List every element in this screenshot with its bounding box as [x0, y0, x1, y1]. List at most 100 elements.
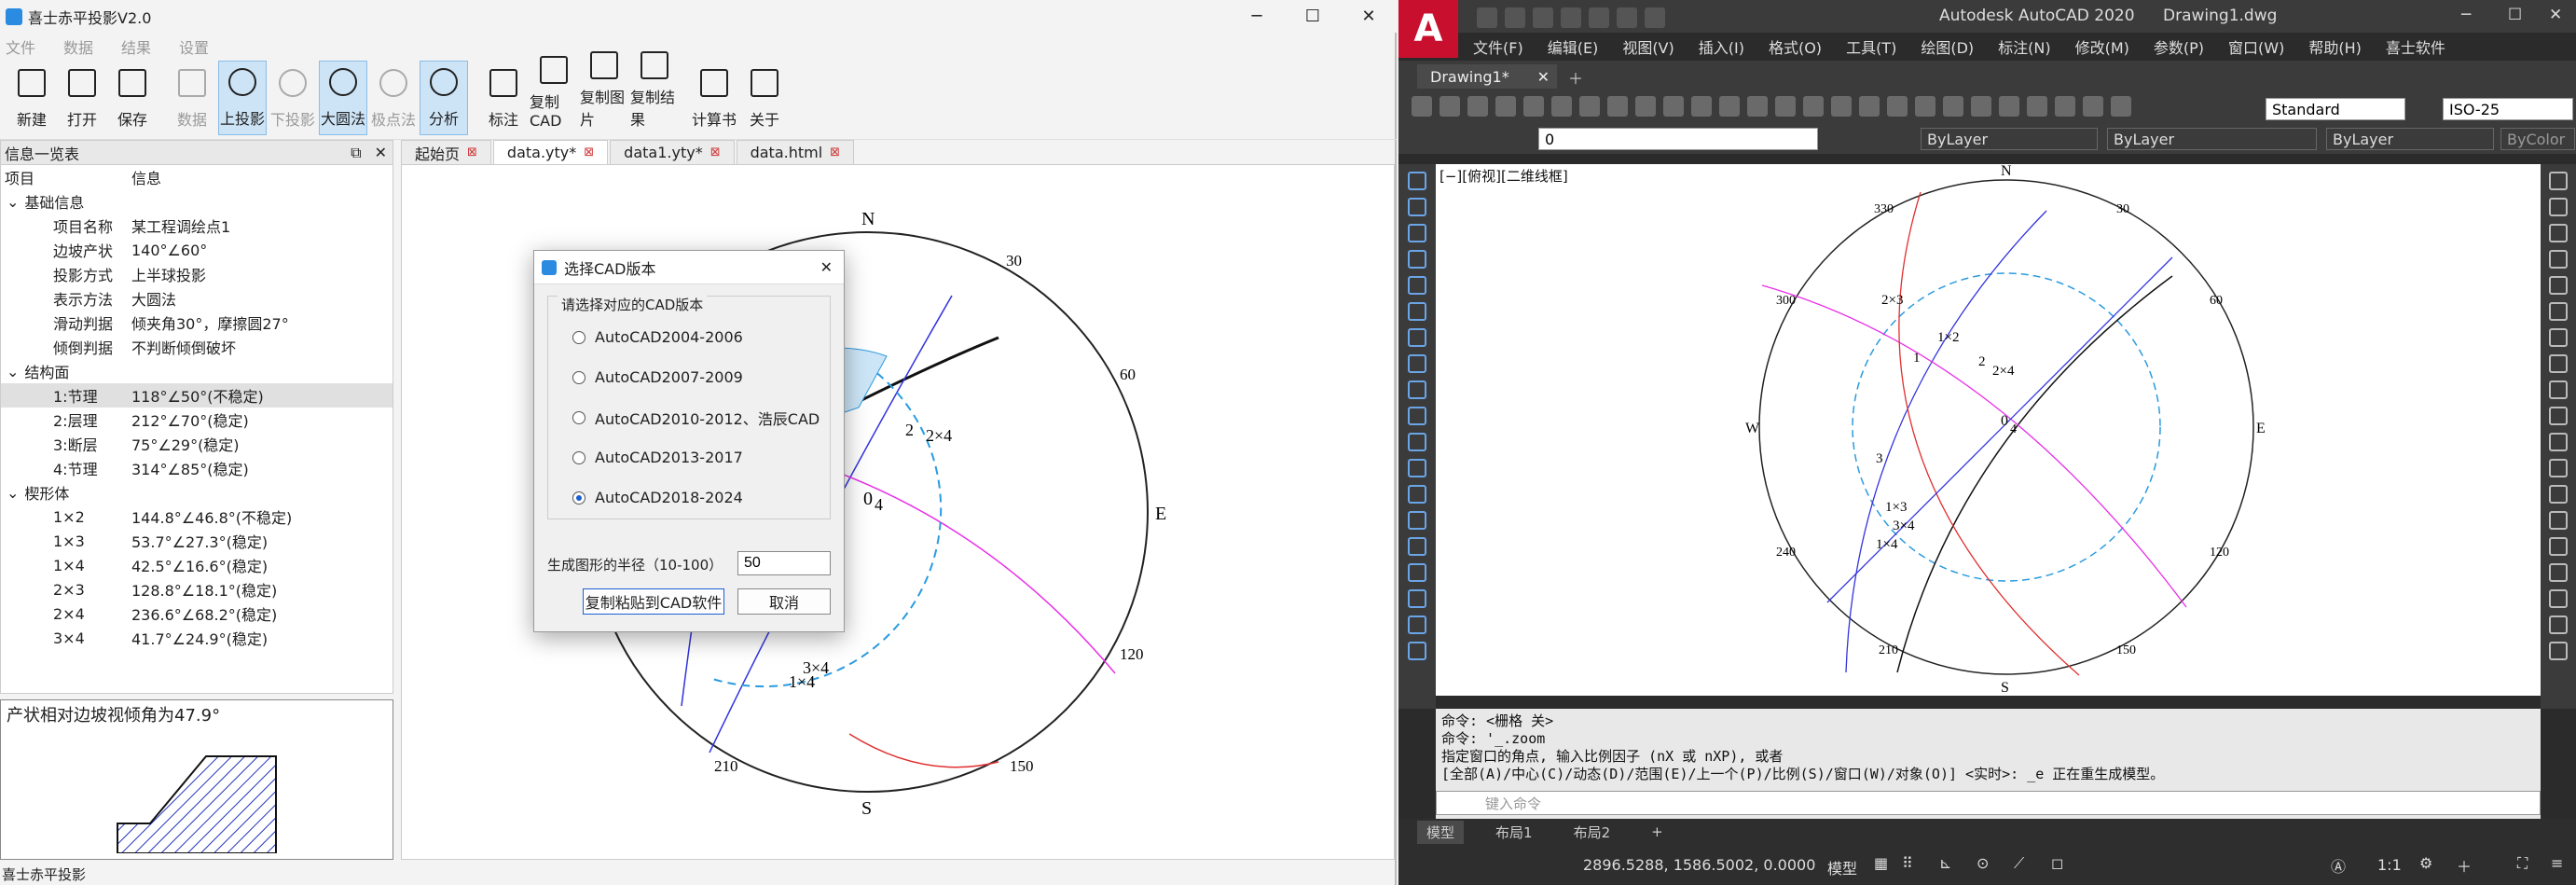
modify-tool-icon[interactable]	[2549, 380, 2568, 399]
modify-tool-icon[interactable]	[2549, 354, 2568, 373]
toolbar-button-8[interactable]: 分析	[420, 61, 468, 135]
ortho-icon[interactable]: ⊾	[1939, 854, 1951, 872]
std-tool-icon[interactable]	[1663, 96, 1684, 117]
draw-tool-icon[interactable]	[1408, 302, 1426, 321]
menu-file[interactable]: 文件	[6, 35, 35, 58]
autocad-logo-icon[interactable]: A	[1398, 0, 1458, 58]
std-tool-icon[interactable]	[1579, 96, 1600, 117]
cad-version-option[interactable]: AutoCAD2007-2009	[548, 357, 828, 397]
chevron-down-icon[interactable]: ⌄	[7, 484, 19, 502]
std-tool-icon[interactable]	[1915, 96, 1935, 117]
customize-icon[interactable]: ≡	[2551, 854, 2563, 872]
modify-tool-icon[interactable]	[2549, 511, 2568, 530]
draw-tool-icon[interactable]	[1408, 537, 1426, 556]
std-tool-icon[interactable]	[1747, 96, 1768, 117]
toolbar-button-12[interactable]: 复制结果	[630, 51, 679, 135]
draw-tool-icon[interactable]	[1408, 642, 1426, 660]
std-tool-icon[interactable]	[1495, 96, 1516, 117]
scale-label[interactable]: 1:1	[2377, 856, 2402, 874]
modify-tool-icon[interactable]	[2549, 485, 2568, 504]
modify-tool-icon[interactable]	[2549, 563, 2568, 582]
toolbar-button-3[interactable]: 数据	[168, 61, 216, 135]
toolbar-button-13[interactable]: 计算书	[690, 61, 738, 135]
text-style-dropdown[interactable]: Standard	[2266, 98, 2405, 120]
doc-tab-close-icon[interactable]: ✕	[1537, 68, 1550, 86]
cad-version-option[interactable]: AutoCAD2004-2006	[548, 317, 828, 357]
copy-paste-cad-button[interactable]: 复制粘贴到CAD软件	[583, 588, 724, 615]
draw-tool-icon[interactable]	[1408, 615, 1426, 634]
close-panel-icon[interactable]: ✕	[375, 144, 387, 161]
qa-open-icon[interactable]	[1505, 7, 1525, 28]
std-tool-icon[interactable]	[1412, 96, 1432, 117]
doc-tab-2[interactable]: data1.yty* ⊠	[610, 140, 735, 164]
doc-tab[interactable]: Drawing1* ✕	[1417, 64, 1557, 89]
acad-menu-item[interactable]: 绘图(D)	[1921, 35, 1974, 58]
tab-close-icon[interactable]: ⊠	[710, 145, 721, 159]
lineweight-dropdown[interactable]: ByLayer	[2326, 128, 2494, 150]
fullscreen-icon[interactable]: ⛶	[2517, 854, 2528, 873]
draw-tool-icon[interactable]	[1408, 354, 1426, 373]
minimize-icon[interactable]: ─	[1229, 7, 1285, 26]
tab-close-icon[interactable]: ⊠	[584, 145, 594, 159]
toolbar-button-9[interactable]: 标注	[479, 61, 528, 135]
modify-tool-icon[interactable]	[2549, 198, 2568, 216]
acad-menu-item[interactable]: 帮助(H)	[2308, 35, 2362, 58]
acad-menu-item[interactable]: 视图(V)	[1622, 35, 1674, 58]
modify-tool-icon[interactable]	[2549, 537, 2568, 556]
tree-group[interactable]: ⌄ 结构面	[1, 359, 393, 383]
close-icon[interactable]: ✕	[1341, 7, 1397, 26]
model-space-button[interactable]: 模型	[1827, 856, 1857, 878]
std-tool-icon[interactable]	[1691, 96, 1712, 117]
tab-close-icon[interactable]: ⊠	[830, 145, 840, 159]
tree-group[interactable]: ⌄ 楔形体	[1, 480, 393, 505]
doc-tab-3[interactable]: data.html ⊠	[736, 140, 855, 164]
qa-save-icon[interactable]	[1533, 7, 1553, 28]
dialog-close-icon[interactable]: ✕	[820, 258, 833, 276]
draw-tool-icon[interactable]	[1408, 459, 1426, 477]
modify-tool-icon[interactable]	[2549, 224, 2568, 242]
float-panel-icon[interactable]: ⧉	[351, 144, 361, 162]
modify-tool-icon[interactable]	[2549, 276, 2568, 295]
std-tool-icon[interactable]	[1635, 96, 1656, 117]
modify-tool-icon[interactable]	[2549, 615, 2568, 634]
tree-row[interactable]: 1×2 144.8°∠46.8°(不稳定)	[1, 505, 393, 529]
std-tool-icon[interactable]	[1803, 96, 1824, 117]
qa-undo-icon[interactable]	[1617, 7, 1637, 28]
acad-menu-item[interactable]: 窗口(W)	[2228, 35, 2284, 58]
radio-button[interactable]	[572, 330, 585, 344]
tree-row[interactable]: 2:层理 212°∠70°(稳定)	[1, 408, 393, 432]
osnap-icon[interactable]: ◻	[2051, 854, 2063, 872]
std-tool-icon[interactable]	[1719, 96, 1740, 117]
draw-tool-icon[interactable]	[1408, 328, 1426, 347]
radius-input[interactable]	[737, 551, 831, 575]
chevron-down-icon[interactable]: ⌄	[7, 363, 19, 380]
std-tool-icon[interactable]	[2111, 96, 2131, 117]
draw-tool-icon[interactable]	[1408, 224, 1426, 242]
acad-menu-item[interactable]: 修改(M)	[2075, 35, 2129, 58]
tree-row[interactable]: 表示方法 大圆法	[1, 286, 393, 311]
std-tool-icon[interactable]	[1607, 96, 1628, 117]
tree-row[interactable]: 1×4 42.5°∠16.6°(稳定)	[1, 553, 393, 577]
toolbar-button-6[interactable]: 大圆法	[319, 61, 367, 135]
radio-button[interactable]	[572, 410, 585, 424]
tree-row[interactable]: 2×4 236.6°∠68.2°(稳定)	[1, 602, 393, 626]
std-tool-icon[interactable]	[1971, 96, 1991, 117]
tree-row[interactable]: 1:节理 118°∠50°(不稳定)	[1, 383, 393, 408]
std-tool-icon[interactable]	[1943, 96, 1963, 117]
menu-data[interactable]: 数据	[63, 35, 93, 58]
modify-tool-icon[interactable]	[2549, 407, 2568, 425]
acad-menu-item[interactable]: 参数(P)	[2154, 35, 2204, 58]
plotstyle-dropdown[interactable]: ByColor	[2500, 128, 2575, 150]
modify-tool-icon[interactable]	[2549, 328, 2568, 347]
acad-restore-icon[interactable]: ☐	[2508, 6, 2522, 24]
draw-tool-icon[interactable]	[1408, 563, 1426, 582]
toolbar-button-5[interactable]: 下投影	[269, 61, 317, 135]
draw-tool-icon[interactable]	[1408, 172, 1426, 190]
cancel-button[interactable]: 取消	[737, 588, 831, 615]
acad-close-icon[interactable]: ✕	[2549, 6, 2562, 24]
tab-close-icon[interactable]: ⊠	[467, 145, 477, 159]
acad-menu-item[interactable]: 编辑(E)	[1548, 35, 1599, 58]
autocad-drawing-area[interactable]: [−][俯视][二维线框] N E S W 330 30 300 60 240 …	[1436, 164, 2541, 696]
acad-menu-item[interactable]: 工具(T)	[1846, 35, 1896, 58]
modify-tool-icon[interactable]	[2549, 172, 2568, 190]
